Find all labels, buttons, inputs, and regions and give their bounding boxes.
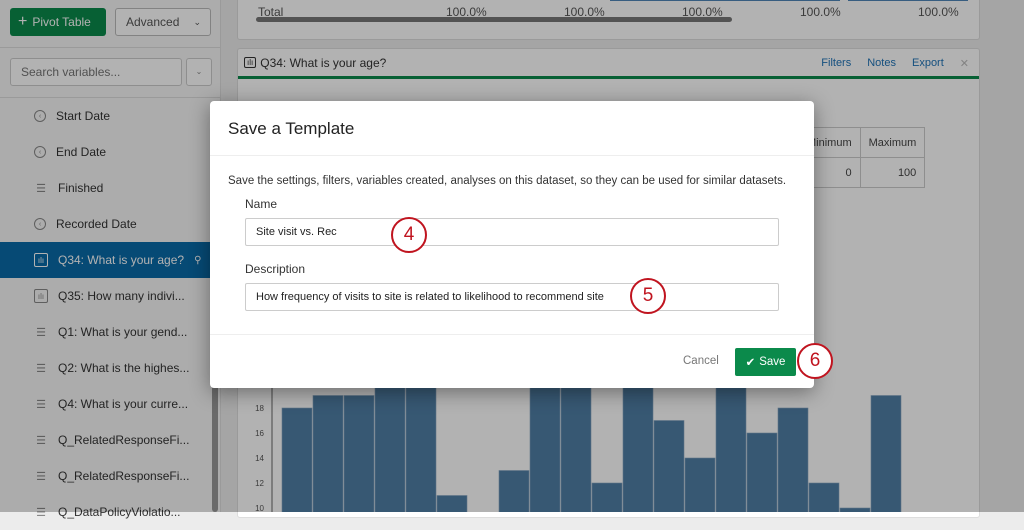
name-input[interactable]: Site visit vs. Rec bbox=[245, 218, 779, 246]
save-button[interactable]: ✔ Save bbox=[735, 348, 796, 376]
step-annotation: 4 bbox=[391, 217, 427, 253]
checkmark-icon: ✔ bbox=[745, 357, 756, 369]
step-annotation: 5 bbox=[630, 278, 666, 314]
description-label: Description bbox=[245, 262, 306, 276]
name-label: Name bbox=[245, 197, 278, 211]
modal-description: Save the settings, filters, variables cr… bbox=[228, 175, 787, 187]
divider bbox=[210, 155, 814, 156]
step-annotation: 6 bbox=[797, 343, 833, 379]
description-input[interactable]: How frequency of visits to site is relat… bbox=[245, 283, 779, 311]
divider bbox=[210, 334, 814, 335]
cancel-button[interactable]: Cancel bbox=[683, 355, 719, 367]
modal-title: Save a Template bbox=[228, 119, 355, 138]
save-template-modal: Save a Template Save the settings, filte… bbox=[210, 101, 814, 388]
